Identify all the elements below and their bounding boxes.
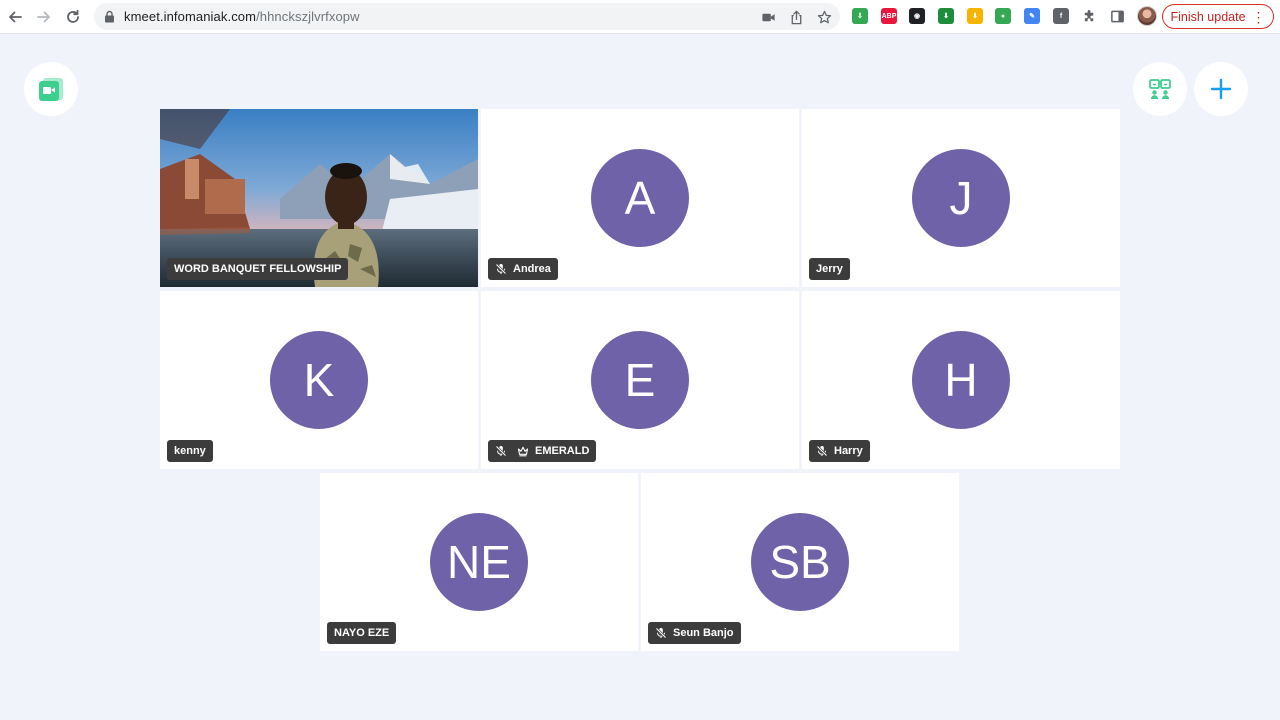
camera-permission-button[interactable]	[760, 9, 776, 25]
profile-avatar[interactable]	[1137, 6, 1157, 26]
grid-view-button[interactable]	[1133, 62, 1187, 116]
participant-name-tag: Harry	[809, 440, 870, 462]
lock-icon	[105, 10, 114, 23]
microphone-muted-icon	[495, 263, 507, 275]
side-panel-button[interactable]	[1109, 8, 1125, 24]
participant-name: WORD BANQUET FELLOWSHIP	[174, 263, 342, 275]
finish-update-label: Finish update	[1170, 9, 1246, 24]
participant-tile-seun-banjo[interactable]: SB Seun Banjo	[641, 473, 959, 651]
adblock-plus-icon[interactable]: ABP	[881, 8, 897, 24]
back-button[interactable]	[4, 6, 26, 28]
participant-tile-harry[interactable]: H Harry	[802, 291, 1120, 469]
puzzle-icon	[1084, 9, 1093, 21]
share-icon	[791, 9, 801, 24]
participant-avatar: J	[912, 149, 1010, 247]
participant-tile-andrea[interactable]: A Andrea	[481, 109, 799, 287]
participant-avatar: H	[912, 331, 1010, 429]
url-path: /hhnckszjlvrfxopw	[256, 9, 360, 24]
participant-tile-jerry[interactable]: J Jerry	[802, 109, 1120, 287]
participant-tile-kenny[interactable]: K kenny	[160, 291, 478, 469]
participant-name: Harry	[834, 445, 863, 457]
black-mask-extension-icon[interactable]: ◉	[909, 8, 925, 24]
participant-avatar: K	[270, 331, 368, 429]
microphone-muted-icon	[495, 445, 507, 457]
participant-name: Seun Banjo	[673, 627, 734, 639]
green-arrow-extension-icon[interactable]: ⇩	[852, 8, 868, 24]
participant-avatar: NE	[430, 513, 528, 611]
participant-tile-nayo-eze[interactable]: NE NAYO EZE	[320, 473, 638, 651]
participant-name-tag: Jerry	[809, 258, 850, 280]
url-host: kmeet.infomaniak.com	[124, 9, 257, 24]
extensions-menu-button[interactable]	[1081, 8, 1097, 24]
camera-icon	[761, 13, 775, 21]
more-vertical-icon: ⋮	[1251, 8, 1266, 25]
participant-name-tag: Andrea	[488, 258, 558, 280]
reload-icon	[67, 9, 79, 23]
blue-feather-extension-icon[interactable]: ✎	[1024, 8, 1040, 24]
participant-name-tag: kenny	[167, 440, 213, 462]
green-download-extension-icon[interactable]: ⬇	[938, 8, 954, 24]
browser-toolbar: kmeet.infomaniak.com/hhnckszjlvrfxopw ⇩ A…	[0, 0, 1280, 34]
participant-avatar: SB	[751, 513, 849, 611]
participant-avatar: E	[591, 331, 689, 429]
plus-icon	[1210, 78, 1232, 100]
star-icon	[817, 10, 831, 23]
side-panel-icon	[1110, 10, 1124, 22]
globe-extension-icon[interactable]: ●	[995, 8, 1011, 24]
participant-name: EMERALD	[535, 445, 590, 457]
finish-update-button[interactable]: Finish update ⋮	[1162, 4, 1274, 29]
facebook-extension-icon[interactable]: f	[1053, 8, 1069, 24]
participant-name: kenny	[174, 445, 206, 457]
microphone-muted-icon	[816, 445, 828, 457]
share-button[interactable]	[788, 9, 804, 25]
kmeet-logo-icon	[39, 78, 63, 101]
participant-tile-emerald[interactable]: E EMERALD	[481, 291, 799, 469]
moderator-crown-icon	[517, 446, 529, 457]
participant-name-tag: EMERALD	[488, 440, 597, 462]
add-participant-button[interactable]	[1194, 62, 1248, 116]
arrow-right-icon	[37, 11, 50, 23]
url-text[interactable]: kmeet.infomaniak.com/hhnckszjlvrfxopw	[124, 9, 360, 24]
microphone-muted-icon	[655, 627, 667, 639]
forward-button[interactable]	[33, 6, 55, 28]
participant-name: Jerry	[816, 263, 843, 275]
participant-name-tag: WORD BANQUET FELLOWSHIP	[167, 258, 349, 280]
address-bar[interactable]: kmeet.infomaniak.com/hhnckszjlvrfxopw	[94, 3, 840, 30]
participant-name: NAYO EZE	[334, 627, 390, 639]
participant-name: Andrea	[513, 263, 551, 275]
participant-name-tag: NAYO EZE	[327, 622, 397, 644]
arrow-left-icon	[9, 11, 22, 23]
participant-avatar: A	[591, 149, 689, 247]
video-tile-host[interactable]: WORD BANQUET FELLOWSHIP	[160, 109, 478, 287]
kmeet-logo	[24, 62, 78, 116]
participant-name-tag: Seun Banjo	[648, 622, 741, 644]
yellow-download-extension-icon[interactable]: ⬇	[967, 8, 983, 24]
bookmark-star-button[interactable]	[816, 9, 832, 25]
gallery-view-icon	[1149, 79, 1171, 99]
reload-button[interactable]	[62, 6, 84, 28]
